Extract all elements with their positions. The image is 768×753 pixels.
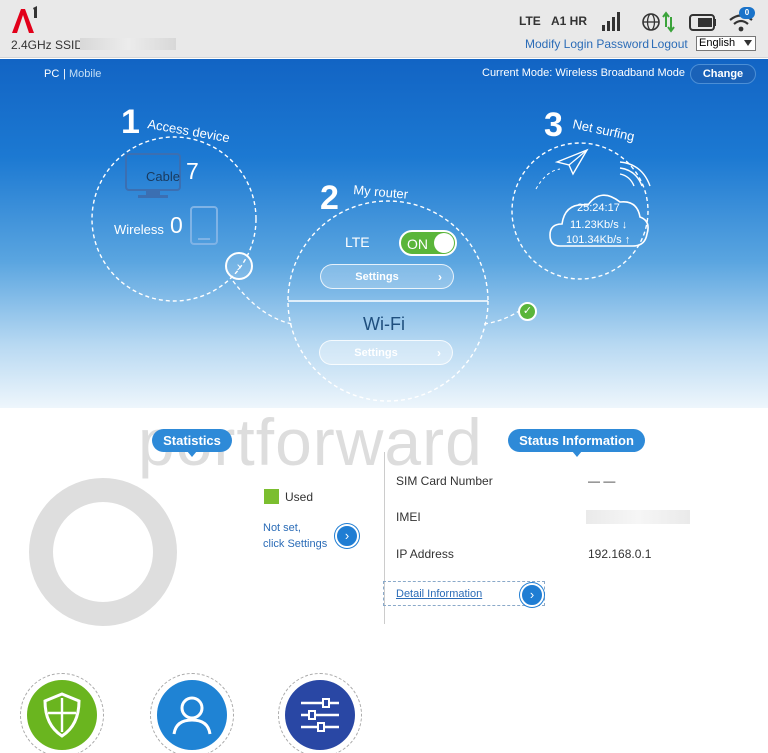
security-button-circle	[27, 680, 97, 750]
wifi-label: Wi-Fi	[363, 314, 405, 334]
wifi-settings-button[interactable]: Settings ›	[319, 340, 453, 365]
detail-information-link[interactable]: Detail Information	[396, 588, 482, 600]
lte-settings-label: Settings	[355, 271, 399, 283]
imei-label: IMEI	[396, 510, 421, 524]
change-mode-button[interactable]: Change	[690, 64, 756, 84]
mode-separator: |	[63, 68, 66, 80]
step-2-title: My router	[353, 182, 410, 202]
ip-address-value: 192.168.0.1	[588, 547, 652, 561]
cable-device-count: 7	[186, 158, 199, 184]
internet-connected-icon	[642, 11, 675, 33]
network-type-indicator: LTE	[519, 14, 541, 28]
signal-waves-icon	[619, 161, 651, 187]
lte-toggle-state: ON	[407, 236, 428, 252]
access-device-details-button[interactable]: ›	[225, 252, 253, 280]
chevron-right-icon: ›	[529, 587, 535, 602]
chevron-right-icon: ›	[344, 528, 350, 543]
download-rate: 11.23Kb/s ↓	[570, 219, 628, 231]
network-operator-indicator: A1 HR	[551, 14, 588, 28]
cable-label: Cable	[146, 169, 180, 184]
chevron-down-icon	[744, 40, 752, 46]
wifi-client-count-badge: 0	[739, 7, 755, 19]
sliders-icon	[301, 698, 339, 732]
mobile-mode-option[interactable]: Mobile	[69, 68, 101, 80]
person-icon	[172, 696, 212, 735]
wireless-label: Wireless	[114, 222, 164, 237]
language-select[interactable]: English	[696, 36, 756, 51]
ip-address-label: IP Address	[396, 547, 454, 561]
step-1-number: 1	[121, 103, 140, 141]
sim-card-number-label: SIM Card Number	[396, 474, 493, 488]
status-information-title: Status Information	[508, 429, 645, 457]
paper-plane-icon	[535, 148, 589, 190]
logout-link[interactable]: Logout	[651, 37, 688, 51]
settings-button[interactable]	[278, 673, 362, 753]
security-button[interactable]	[20, 673, 104, 753]
current-mode-text: Current Mode: Wireless Broadband Mode	[482, 67, 685, 79]
statistics-title: Statistics	[152, 429, 232, 457]
connector-line-left	[232, 280, 293, 325]
connection-uptime: 25:24:17	[577, 202, 620, 214]
lte-settings-button[interactable]: Settings ›	[320, 264, 454, 289]
language-select-value: English	[699, 37, 736, 49]
pc-mode-option[interactable]: PC	[44, 68, 59, 80]
signal-strength-icon	[602, 12, 620, 31]
step-3-title: Net surfing	[571, 116, 636, 144]
a1-logo	[12, 6, 37, 33]
user-account-button-circle	[157, 680, 227, 750]
modify-login-password-link[interactable]: Modify Login Password	[525, 37, 649, 51]
user-account-button[interactable]	[150, 673, 234, 753]
sim-card-number-value: — —	[588, 474, 616, 488]
connected-check-icon: ✓	[518, 302, 537, 321]
imei-value-redacted	[586, 510, 690, 524]
ssid-value-redacted	[80, 38, 176, 50]
statistics-settings-button[interactable]: ›	[335, 524, 359, 548]
top-header: 2.4GHz SSID: LTE A1 HR 0 Modify Login Pa…	[0, 0, 768, 58]
used-legend-swatch	[264, 489, 279, 504]
toggle-knob	[434, 233, 454, 253]
settings-button-circle	[285, 680, 355, 750]
usage-donut-chart	[29, 478, 177, 626]
chevron-right-icon: ›	[438, 270, 442, 284]
shield-icon	[43, 692, 81, 738]
ssid-label: 2.4GHz SSID:	[11, 38, 87, 52]
step-3-number: 3	[544, 106, 563, 144]
step-1-title: Access device	[146, 116, 230, 145]
step-2-number: 2	[320, 179, 339, 217]
detail-information-button[interactable]: ›	[520, 583, 544, 607]
chevron-right-icon: ›	[437, 346, 441, 360]
upload-rate: 101.34Kb/s ↑	[566, 234, 631, 246]
used-legend-label: Used	[285, 490, 314, 504]
not-set-text[interactable]: Not set,	[263, 522, 301, 534]
sim-card-icon	[689, 14, 716, 31]
router-status-hero: 1 Access device 2 My router 3 Net surfin…	[0, 59, 768, 408]
phone-icon	[190, 206, 218, 245]
wireless-device-count: 0	[170, 212, 183, 238]
chevron-right-icon: ›	[236, 258, 242, 274]
click-settings-text[interactable]: click Settings	[263, 538, 327, 550]
wifi-settings-label: Settings	[354, 347, 398, 359]
lte-toggle[interactable]: ON	[399, 230, 457, 256]
connector-line-right	[483, 308, 523, 325]
lte-label: LTE	[345, 234, 370, 250]
